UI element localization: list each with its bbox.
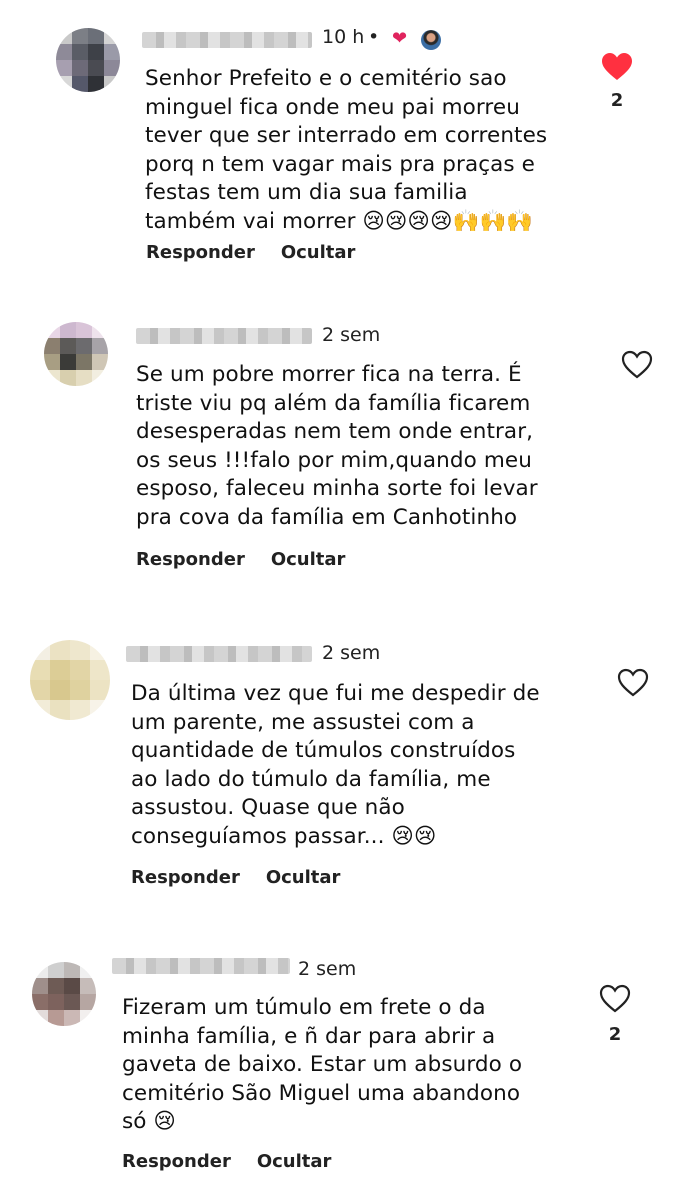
- reply-button[interactable]: Responder: [122, 1151, 231, 1172]
- reply-button[interactable]: Responder: [146, 242, 255, 263]
- comment-actions: Responder Ocultar: [131, 867, 366, 888]
- hide-button[interactable]: Ocultar: [281, 242, 356, 263]
- comment-text: Da última vez que fui me despedir de um …: [131, 681, 540, 849]
- comment-actions: Responder Ocultar: [136, 549, 371, 570]
- username[interactable]: [142, 32, 312, 48]
- comment-text: Se um pobre morrer fica na terra. É tris…: [136, 362, 538, 530]
- username[interactable]: [126, 646, 312, 662]
- like-count: 2: [608, 1024, 622, 1045]
- username[interactable]: [112, 958, 290, 974]
- hide-button[interactable]: Ocultar: [266, 867, 341, 888]
- heart-outline-icon[interactable]: [599, 984, 631, 1014]
- reply-button[interactable]: Responder: [131, 867, 240, 888]
- reply-button[interactable]: Responder: [136, 549, 245, 570]
- creator-avatar: [421, 30, 441, 50]
- comment-item: 2 sem Fizeram um túmulo em frete o da mi…: [0, 938, 690, 1200]
- like-count: 2: [610, 90, 624, 111]
- username[interactable]: [136, 328, 312, 344]
- comment-item: 10 h • ❤ Senhor Prefeito e o cemitério s…: [0, 0, 690, 300]
- comment-time: 2 sem: [322, 642, 381, 664]
- separator-dot: •: [368, 26, 380, 48]
- avatar[interactable]: [44, 322, 108, 386]
- avatar[interactable]: [30, 640, 110, 720]
- heart-outline-icon[interactable]: [621, 350, 653, 380]
- comment-text: Senhor Prefeito e o cemitério sao mingue…: [145, 66, 548, 234]
- hide-button[interactable]: Ocultar: [271, 549, 346, 570]
- hide-button[interactable]: Ocultar: [257, 1151, 332, 1172]
- avatar[interactable]: [32, 962, 96, 1026]
- comment-time: 2 sem: [322, 324, 381, 346]
- comment-actions: Responder Ocultar: [146, 242, 381, 263]
- comment-time: 2 sem: [298, 958, 357, 980]
- comment-text: Fizeram um túmulo em frete o da minha fa…: [122, 995, 523, 1134]
- avatar[interactable]: [56, 28, 120, 92]
- comment-time: 10 h: [322, 26, 365, 48]
- heart-outline-icon[interactable]: [617, 668, 649, 698]
- comment-item: 2 sem Da última vez que fui me despedir …: [0, 618, 690, 918]
- creator-liked-heart-icon: ❤: [392, 28, 408, 49]
- heart-filled-icon[interactable]: [601, 52, 633, 82]
- comment-item: 2 sem Se um pobre morrer fica na terra. …: [0, 300, 690, 600]
- comment-actions: Responder Ocultar: [122, 1151, 357, 1172]
